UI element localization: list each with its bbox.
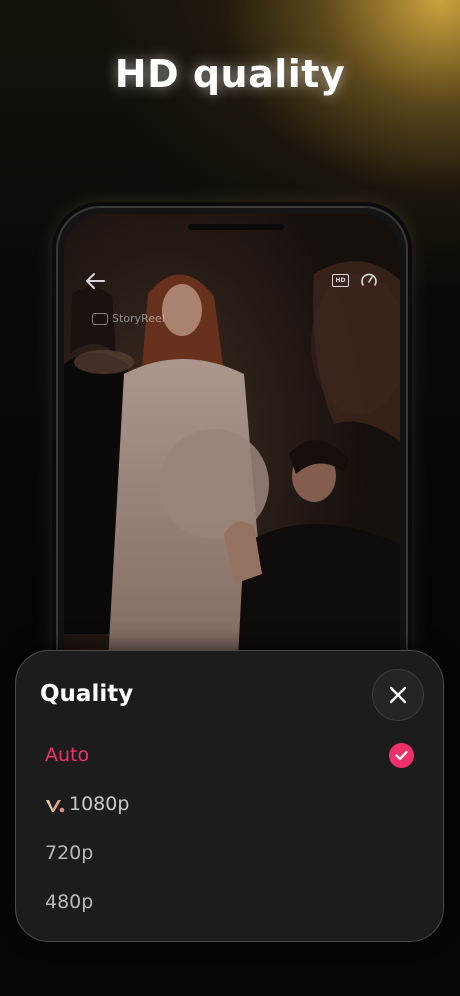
watermark: StoryReel: [92, 312, 165, 325]
quality-option-label: 1080p: [69, 793, 130, 815]
quality-option-1080p[interactable]: 1080p: [16, 785, 445, 825]
quality-option-720p[interactable]: 720p: [16, 834, 445, 874]
check-icon: [389, 743, 414, 768]
back-arrow-icon[interactable]: [84, 272, 106, 294]
quality-option-480p[interactable]: 480p: [16, 883, 445, 923]
quality-option-label: 720p: [45, 842, 94, 864]
sheet-title: Quality: [40, 681, 134, 707]
watermark-logo-icon: [92, 312, 108, 325]
hd-icon[interactable]: HD: [332, 274, 349, 287]
phone-side-button: [52, 372, 55, 412]
phone-side-button: [52, 426, 55, 466]
quality-option-label: Auto: [45, 744, 90, 766]
watermark-text: StoryReel: [112, 312, 165, 325]
hd-badge-label: HD: [332, 274, 349, 287]
page-headline: HD quality: [114, 52, 346, 96]
speed-gauge-icon[interactable]: [360, 272, 378, 294]
quality-option-label: 480p: [45, 891, 94, 913]
quality-sheet: Quality Auto 1080p 720p 480p: [15, 650, 444, 942]
close-button[interactable]: [372, 669, 424, 721]
close-icon: [389, 686, 407, 704]
phone-side-button: [52, 318, 55, 340]
quality-option-auto[interactable]: Auto: [16, 736, 445, 776]
dynamic-island: [188, 224, 284, 230]
vip-crown-icon: [45, 798, 65, 818]
